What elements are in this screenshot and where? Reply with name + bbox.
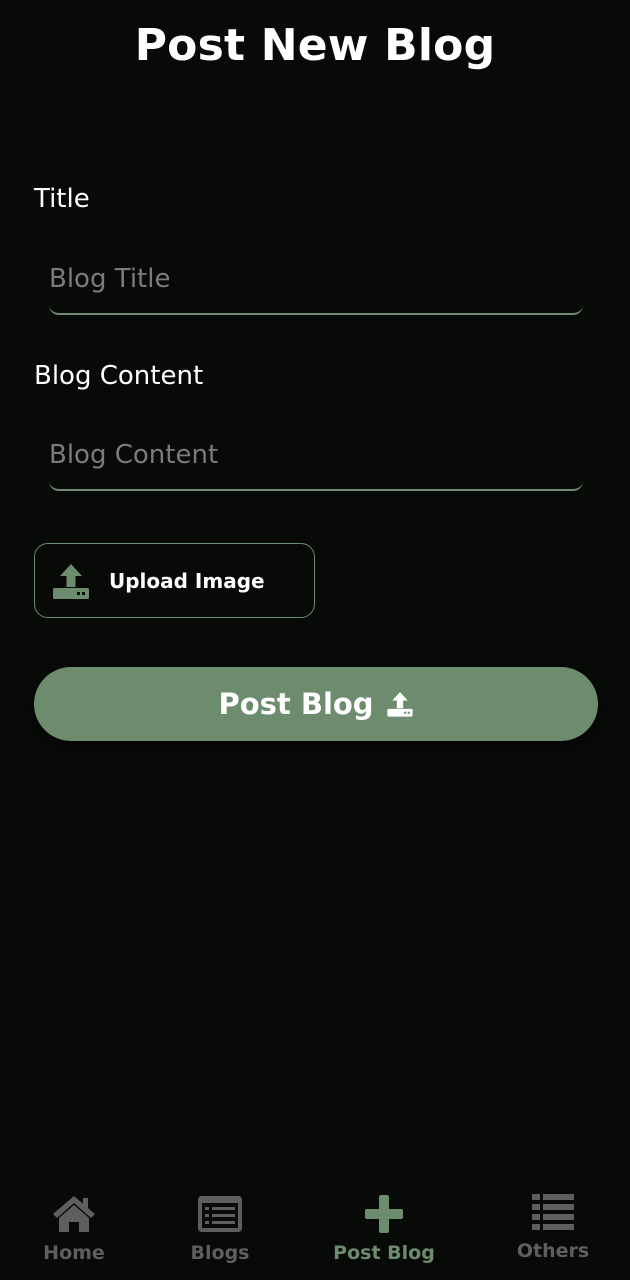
nav-label: Blogs [190,1242,250,1264]
upload-image-button[interactable]: Upload Image [34,543,315,618]
bottom-navigation: Home Blogs Post Blog Others [0,1180,630,1280]
upload-image-label: Upload Image [109,568,265,593]
plus-icon [360,1190,408,1238]
blog-list-icon [196,1190,244,1238]
nav-label: Others [516,1240,590,1262]
blog-title-input[interactable] [49,245,583,315]
nav-item-blogs[interactable]: Blogs [186,1190,254,1264]
home-icon [50,1190,98,1238]
nav-item-post-blog[interactable]: Post Blog [333,1190,435,1264]
upload-icon [51,561,91,601]
nav-label: Home [43,1242,105,1264]
nav-item-home[interactable]: Home [40,1190,108,1264]
post-blog-screen: Post New Blog Title Blog Content Upload … [0,0,630,1280]
upload-icon [386,690,414,718]
list-icon [529,1188,577,1236]
page-title: Post New Blog [134,20,496,71]
nav-label: Post Blog [333,1242,435,1264]
blog-content-input[interactable] [49,421,583,491]
post-blog-button[interactable]: Post Blog [34,667,598,741]
blog-content-label: Blog Content [34,361,204,391]
title-label: Title [34,184,90,214]
post-blog-label: Post Blog [218,687,374,721]
nav-item-others[interactable]: Others [515,1188,591,1262]
